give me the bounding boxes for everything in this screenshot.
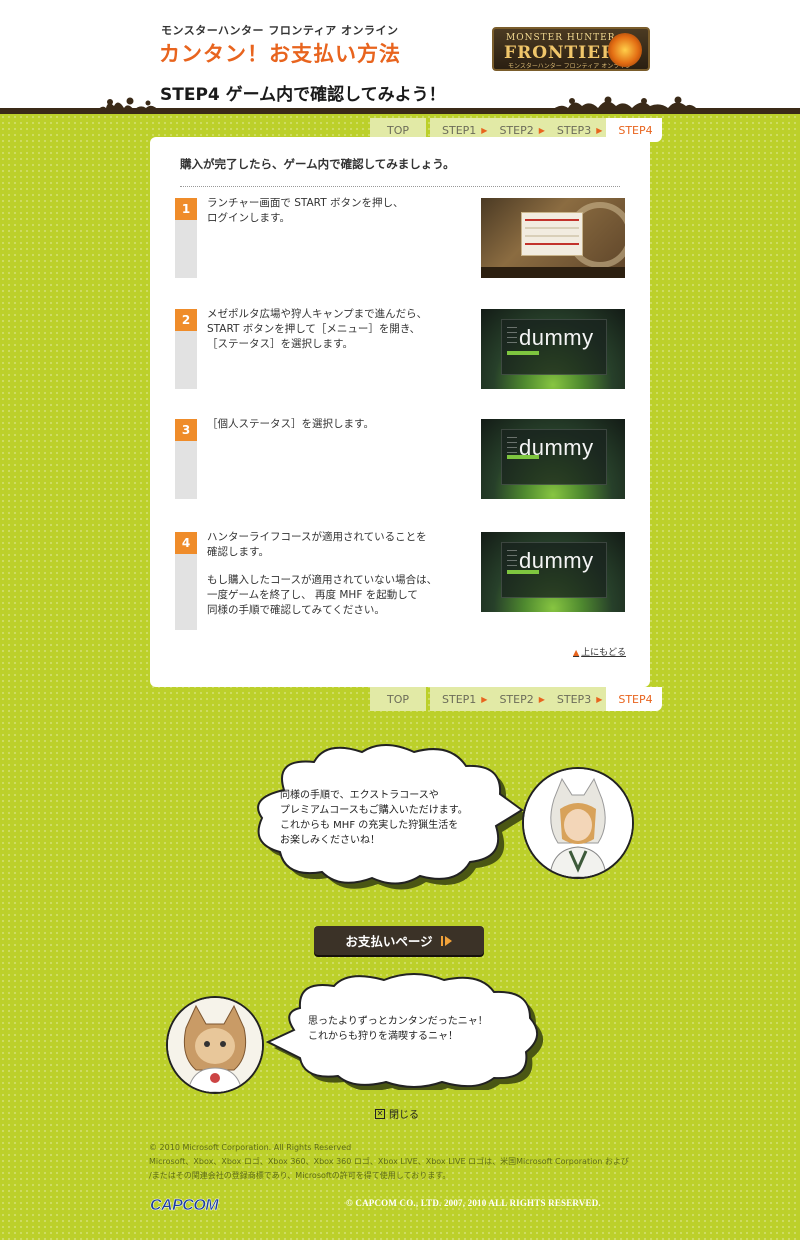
close-link[interactable]: ✕ 閉じる [375, 1106, 419, 1121]
launcher-footer [481, 267, 625, 278]
menu-lines [507, 437, 517, 457]
step-heading: STEP4 ゲーム内で確認してみよう！ [160, 85, 446, 105]
nav-steps: STEP1 ▶ STEP2 ▶ STEP3 ▶ STEP4 [430, 687, 662, 711]
step-text: ランチャー画面で START ボタンを押し、 ログインします。 [207, 197, 404, 224]
logo-line1: MONSTER HUNTER [506, 33, 616, 43]
launcher-screenshot [481, 198, 625, 278]
arrow-right-icon: ▶ [596, 125, 603, 135]
hunter-girl-avatar [522, 767, 634, 879]
step-number-badge: 1 [175, 198, 197, 220]
logo-line2: FRONTIER [504, 43, 617, 63]
window-bar [525, 227, 579, 229]
site-name: モンスターハンター フロンティア オンライン [161, 24, 399, 37]
mushroom-deco-right-icon [550, 96, 700, 112]
step-number-badge: 3 [175, 419, 197, 441]
step-number-badge: 2 [175, 309, 197, 331]
main-panel: 購入が完了したら、ゲーム内で確認してみましょう。 1 ランチャー画面で STAR… [150, 137, 650, 687]
bubble-1-text: 同様の手順で、エクストラコースや プレミアムコースもご購入いただけます。 これか… [280, 790, 468, 846]
course-screenshot: dummy [481, 532, 625, 612]
mhf-logo: MONSTER HUNTER FRONTIER モンスターハンター フロンティア… [492, 27, 650, 71]
step-number-bar: 1 [175, 198, 197, 278]
menu-highlight [507, 351, 539, 355]
step-number-bar: 2 [175, 309, 197, 389]
step-nav-bottom: TOP STEP1 ▶ STEP2 ▶ STEP3 ▶ STEP4 [370, 687, 662, 711]
bubble-2-text: 思ったよりずっとカンタンだったニャ！ これからも狩りを満喫するニャ！ [308, 1016, 488, 1042]
capcom-copyright: © CAPCOM CO., LTD. 2007, 2010 ALL RIGHTS… [346, 1198, 601, 1208]
dummy-label: dummy [519, 435, 594, 460]
step-note: もし購入したコースが適用されていない場合は、 一度ゲームを終了し、 再度 MHF… [207, 574, 438, 616]
step-instruction: ［個人ステータス］を選択します。 [207, 417, 374, 445]
triangle-up-icon: ▲ [573, 648, 580, 657]
nav-step3-label: STEP3 [556, 123, 592, 137]
back-to-top-label: 上にもどる [581, 648, 626, 658]
window-bar [525, 235, 579, 237]
menu-lines [507, 550, 517, 570]
payment-button-label: お支払いページ [345, 934, 433, 949]
nav-step2-label: STEP2 [499, 123, 534, 137]
back-to-top-link[interactable]: ▲ 上にもどる [573, 645, 626, 658]
menu-lines [507, 327, 517, 347]
mushroom-deco-left-icon [96, 96, 160, 112]
close-label: 閉じる [389, 1110, 419, 1121]
window-bar [525, 219, 579, 221]
page-title: カンタン！お支払い方法 [159, 42, 401, 66]
window-bar [525, 243, 579, 245]
felyne-avatar [166, 996, 264, 1094]
microsoft-copyright: © 2010 Microsoft Corporation. All Rights… [149, 1143, 629, 1180]
nav-step1-label: STEP1 [442, 692, 477, 706]
nav-step3-label: STEP3 [556, 692, 592, 706]
step-instruction: メゼポルタ広場や狩人キャンプまで進んだら、 START ボタンを押して［メニュー… [207, 307, 427, 365]
speech-bubble-2: 思ったよりずっとカンタンだったニャ！ これからも狩りを満喫するニャ！ [264, 972, 550, 1090]
step-number-bar: 3 [175, 419, 197, 499]
step-number-bar: 4 [175, 532, 197, 630]
step-instruction: ランチャー画面で START ボタンを押し、 ログインします。 [207, 196, 403, 239]
status-screenshot: dummy [481, 419, 625, 499]
capcom-logo: CAPCOM [150, 1197, 219, 1215]
speech-bubble-1: 同様の手順で、エクストラコースや プレミアムコースもご購入いただけます。 これか… [244, 740, 524, 890]
nav-step4-current: STEP4 [606, 687, 662, 711]
step-number-badge: 4 [175, 532, 197, 554]
dummy-label: dummy [519, 548, 594, 573]
nav-step3-link[interactable]: STEP3 ▶ [545, 687, 602, 711]
nav-step1-link[interactable]: STEP1 ▶ [430, 687, 487, 711]
menu-screenshot: dummy [481, 309, 625, 389]
step-text: ハンターライフコースが適用されていることを 確認します。 [207, 531, 427, 558]
divider [180, 186, 620, 187]
step-text: メゼポルタ広場や狩人キャンプまで進んだら、 START ボタンを押して［メニュー… [207, 308, 428, 350]
step-instruction: ハンターライフコースが適用されていることを 確認します。 もし購入したコースが適… [207, 530, 437, 631]
nav-top-link[interactable]: TOP [370, 687, 426, 711]
intro-text: 購入が完了したら、ゲーム内で確認してみましょう。 [180, 157, 455, 171]
dummy-label: dummy [519, 325, 594, 350]
nav-step2-link[interactable]: STEP2 ▶ [487, 687, 544, 711]
play-arrow-icon [440, 935, 453, 947]
launcher-window [521, 212, 583, 256]
payment-page-button[interactable]: お支払いページ [314, 926, 484, 955]
logo-emblem-icon [608, 33, 642, 67]
step-text: ［個人ステータス］を選択します。 [207, 418, 374, 430]
nav-step2-label: STEP2 [499, 692, 534, 706]
arrow-right-icon: ▶ [596, 694, 603, 704]
nav-step1-label: STEP1 [442, 123, 477, 137]
close-icon: ✕ [375, 1108, 385, 1119]
